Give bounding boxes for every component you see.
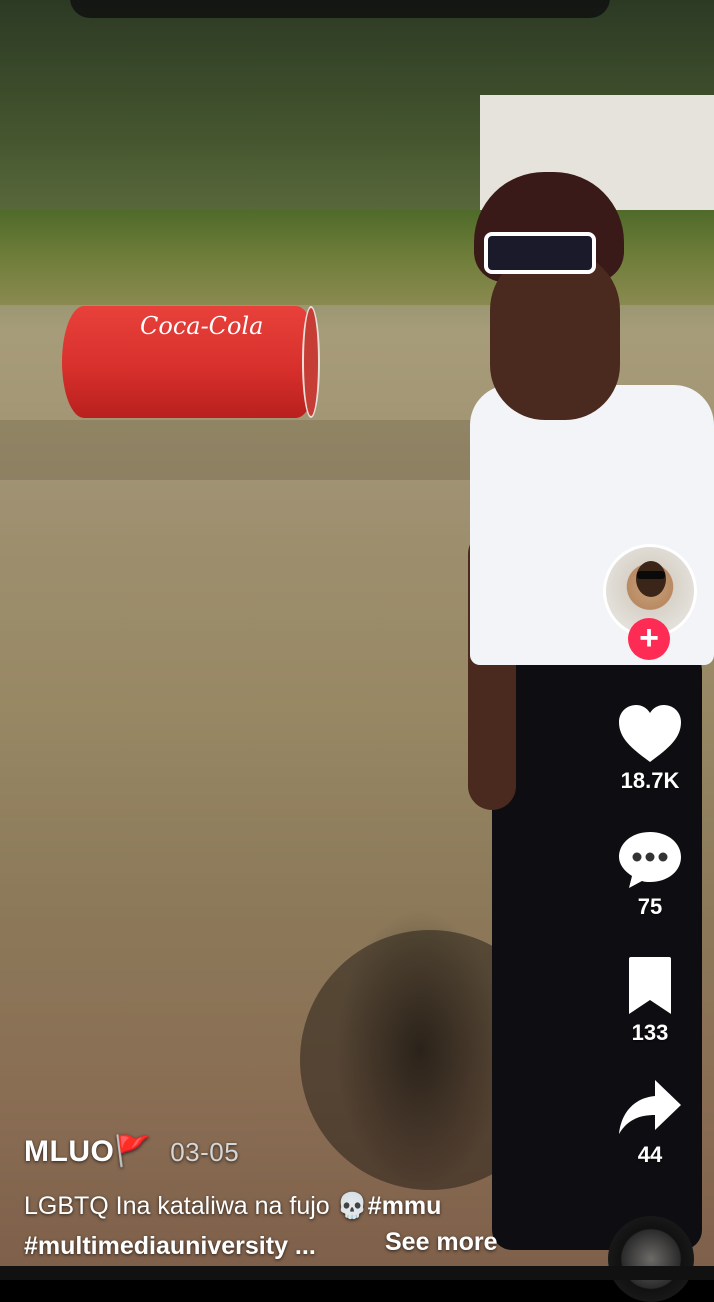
barrel-end [302, 306, 320, 418]
see-more-button[interactable]: See more [385, 1228, 498, 1257]
caption-text: LGBTQ Ina kataliwa na fujo 💀 [24, 1192, 368, 1220]
comment-icon [619, 832, 681, 888]
comment-button[interactable]: 75 [606, 830, 694, 920]
barrel-logo: Coca-Cola [140, 312, 264, 340]
comment-count: 75 [637, 894, 663, 919]
hashtag-mmu[interactable]: #mmu [368, 1192, 442, 1220]
post-date: 03-05 [170, 1137, 240, 1167]
follow-button[interactable]: + [628, 618, 670, 660]
music-disc-icon[interactable] [608, 1216, 694, 1302]
avatar-glasses [637, 571, 665, 579]
top-overlay-bar [70, 0, 610, 18]
save-count: 133 [631, 1020, 669, 1045]
creator-username[interactable]: MLUO [24, 1135, 114, 1168]
creator-info: MLUO🚩 03-05 [24, 1134, 624, 1169]
person-head [490, 250, 620, 420]
sunglasses [484, 232, 596, 274]
share-icon [619, 1080, 681, 1134]
bottom-strip [0, 1266, 714, 1280]
avatar-face [636, 561, 666, 597]
save-button[interactable]: 133 [606, 956, 694, 1046]
caption-line-1: LGBTQ Ina kataliwa na fujo 💀#mmu [24, 1192, 624, 1221]
flag-icon: 🚩 [114, 1135, 153, 1168]
heart-icon [619, 705, 681, 762]
like-count: 18.7K [620, 768, 680, 793]
like-button[interactable]: 18.7K [606, 704, 694, 794]
bookmark-icon [629, 957, 671, 1014]
